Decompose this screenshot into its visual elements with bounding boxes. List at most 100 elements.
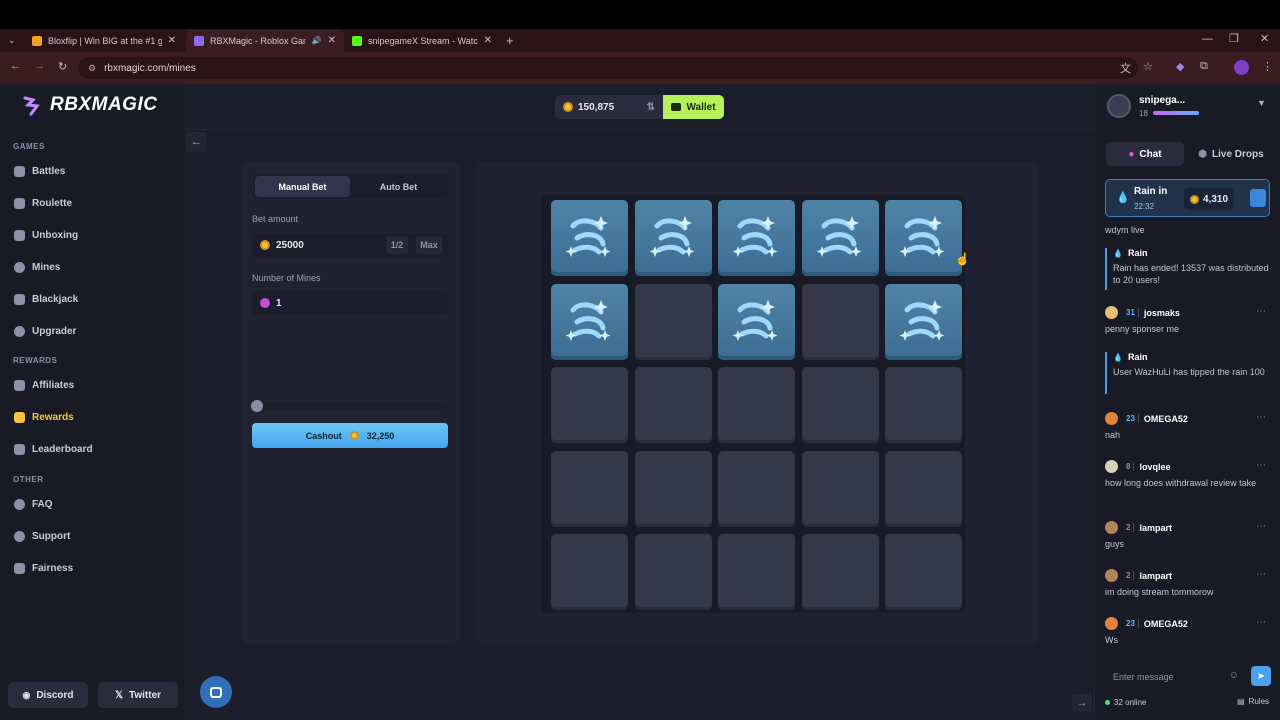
tab-live-drops[interactable]: ⬢ Live Drops: [1190, 142, 1272, 166]
extension-icon[interactable]: ◆: [1176, 60, 1184, 73]
hidden-tile[interactable]: [801, 534, 879, 610]
collapse-chat-button[interactable]: →: [1072, 694, 1092, 712]
tab-manual-bet[interactable]: Manual Bet: [255, 176, 350, 197]
hidden-tile[interactable]: [801, 283, 879, 360]
gem-tile[interactable]: [885, 200, 962, 276]
forward-icon[interactable]: →: [34, 60, 45, 72]
browser-tab-kick[interactable]: snipegameX Stream - Watch Li ✕: [344, 29, 500, 52]
swap-icon[interactable]: ⇅: [647, 102, 655, 113]
url-field[interactable]: ⚙ rbxmagic.com/mines: [78, 57, 1138, 79]
wallet-button[interactable]: Wallet: [663, 95, 724, 119]
hidden-tile[interactable]: [634, 367, 712, 443]
rain-banner[interactable]: 💧 Rain in 22:32 4,310: [1105, 179, 1270, 217]
sidebar-item-rewards[interactable]: Rewards: [14, 412, 74, 423]
tip-rain-button[interactable]: [1250, 189, 1266, 207]
cashout-button[interactable]: Cashout 32,250: [252, 423, 448, 448]
browser-tab-bloxflip[interactable]: Bloxflip | Win BIG at the #1 gam ✕: [24, 29, 184, 52]
sidebar-item-upgrader[interactable]: Upgrader: [14, 326, 76, 337]
more-options-icon[interactable]: ⋯: [1256, 617, 1266, 628]
menu-kebab-icon[interactable]: ⋮: [1262, 60, 1273, 73]
extensions-puzzle-icon[interactable]: ⧉: [1200, 60, 1208, 73]
chat-messages: wdym live 💧 Rain Rain has ended! 13537 wa…: [1105, 224, 1270, 664]
hidden-tile[interactable]: [551, 450, 628, 527]
sidebar-item-roulette[interactable]: Roulette: [14, 198, 72, 209]
tab-chat[interactable]: ● Chat: [1106, 142, 1184, 166]
browser-tab-rbxmagic[interactable]: RBXMagic - Roblox Gaming 🔊 ✕: [186, 29, 344, 52]
new-tab-button[interactable]: +: [506, 33, 514, 48]
sidebar-item-leaderboard[interactable]: Leaderboard: [14, 444, 93, 455]
hidden-tile[interactable]: [801, 450, 879, 527]
chevron-down-icon[interactable]: ▼: [1257, 98, 1266, 108]
sidebar-item-blackjack[interactable]: Blackjack: [14, 294, 78, 305]
discord-button[interactable]: ◉ Discord: [8, 682, 88, 708]
gem-tile[interactable]: [885, 283, 962, 360]
hidden-tile[interactable]: [718, 534, 795, 610]
site-info-icon[interactable]: ⚙: [88, 63, 96, 74]
gem-tile[interactable]: [801, 200, 879, 276]
user-profile[interactable]: snipega... 18: [1107, 94, 1199, 118]
hidden-tile[interactable]: [718, 450, 795, 527]
sidebar-item-unboxing[interactable]: Unboxing: [14, 230, 78, 241]
support-chat-button[interactable]: [200, 676, 232, 708]
translate-icon[interactable]: 文: [1120, 60, 1131, 76]
window-close-icon[interactable]: ✕: [1260, 32, 1269, 45]
mines-slider[interactable]: [251, 400, 448, 412]
more-options-icon[interactable]: ⋯: [1256, 306, 1266, 317]
bookmark-star-icon[interactable]: ☆: [1143, 60, 1153, 73]
twitter-button[interactable]: 𝕏 Twitter: [98, 682, 178, 708]
send-button[interactable]: ➤: [1251, 666, 1271, 686]
gem-tile[interactable]: [718, 200, 795, 276]
back-icon[interactable]: ←: [10, 60, 21, 72]
hidden-tile[interactable]: [718, 367, 795, 443]
sidebar-item-label: Battles: [32, 166, 66, 177]
sidebar-item-faq[interactable]: FAQ: [14, 499, 53, 510]
bet-amount-input[interactable]: 25000 1/2 Max: [252, 233, 448, 257]
hidden-tile[interactable]: [634, 450, 712, 527]
gem-tile[interactable]: [551, 283, 628, 360]
twitter-label: Twitter: [129, 689, 162, 701]
minimize-icon[interactable]: —: [1202, 33, 1213, 45]
sidebar-item-support[interactable]: Support: [14, 531, 70, 542]
mines-count-input[interactable]: 1: [252, 291, 448, 315]
sidebar-item-mines[interactable]: Mines: [14, 262, 60, 273]
discord-icon: ◉: [22, 689, 31, 700]
sidebar-item-battles[interactable]: Battles: [14, 166, 65, 177]
slider-handle[interactable]: [251, 400, 263, 412]
profile-avatar[interactable]: [1234, 60, 1249, 75]
hidden-tile[interactable]: [551, 367, 628, 443]
wallet-label: Wallet: [686, 101, 716, 113]
emoji-icon[interactable]: ☺: [1229, 670, 1239, 681]
rules-link[interactable]: ▤ Rules: [1237, 697, 1269, 706]
more-options-icon[interactable]: ⋯: [1256, 460, 1266, 471]
sidebar-item-affiliates[interactable]: Affiliates: [14, 380, 74, 391]
more-options-icon[interactable]: ⋯: [1256, 521, 1266, 532]
collapse-sidebar-button[interactable]: ←: [186, 132, 207, 152]
reload-icon[interactable]: ↻: [58, 60, 67, 73]
list-item: wdym live: [1105, 224, 1270, 236]
gem-tile[interactable]: [634, 200, 712, 276]
gem-tile[interactable]: [551, 200, 628, 276]
more-options-icon[interactable]: ⋯: [1256, 412, 1266, 423]
close-icon[interactable]: ✕: [328, 35, 336, 46]
speaker-icon[interactable]: 🔊: [312, 36, 322, 45]
swords-icon: [14, 166, 25, 177]
chat-input[interactable]: Enter message ☺ ➤: [1105, 666, 1271, 688]
tab-auto-bet[interactable]: Auto Bet: [351, 176, 446, 197]
more-options-icon[interactable]: ⋯: [1256, 569, 1266, 580]
sidebar-item-fairness[interactable]: Fairness: [14, 563, 73, 574]
gem-tile[interactable]: [718, 283, 795, 360]
hidden-tile[interactable]: [801, 367, 879, 443]
restore-icon[interactable]: ❐: [1229, 32, 1239, 45]
close-icon[interactable]: ✕: [168, 35, 176, 46]
logo[interactable]: RBXMAGIC: [22, 94, 157, 116]
hidden-tile[interactable]: [885, 367, 962, 443]
hidden-tile[interactable]: [885, 534, 962, 610]
hidden-tile[interactable]: [551, 534, 628, 610]
tab-list-icon[interactable]: ⌄: [8, 35, 16, 46]
hidden-tile[interactable]: [885, 450, 962, 527]
hidden-tile[interactable]: [634, 283, 712, 360]
close-icon[interactable]: ✕: [484, 35, 492, 46]
hidden-tile[interactable]: [634, 534, 712, 610]
max-bet-button[interactable]: Max: [416, 236, 442, 254]
half-bet-button[interactable]: 1/2: [386, 236, 408, 254]
